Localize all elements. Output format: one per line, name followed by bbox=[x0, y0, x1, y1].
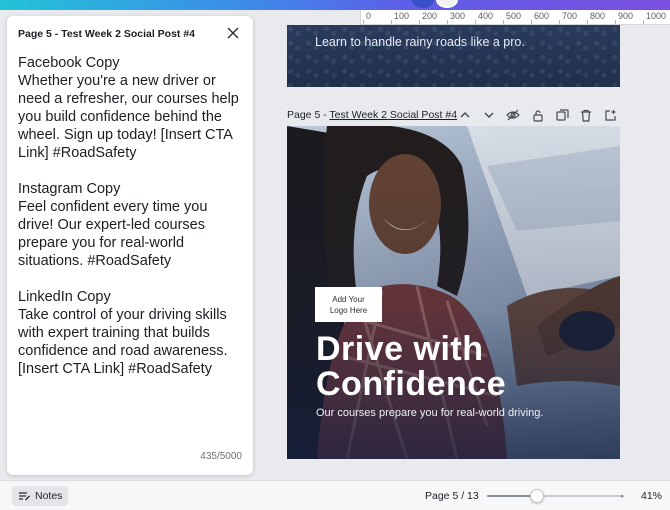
ruler-tick bbox=[475, 20, 476, 24]
ruler-tick bbox=[559, 20, 560, 24]
logo-placeholder[interactable]: Add Your Logo Here bbox=[315, 287, 382, 322]
ruler-mark: 900 bbox=[618, 11, 634, 21]
zoom-level[interactable]: 41% bbox=[641, 490, 662, 502]
ruler-mark: 700 bbox=[562, 11, 578, 21]
design-headline[interactable]: Drive with Confidence bbox=[316, 332, 506, 402]
collaborator-avatar[interactable] bbox=[436, 0, 458, 8]
ruler-mark: 800 bbox=[590, 11, 606, 21]
design-subline[interactable]: Our courses prepare you for real-world d… bbox=[316, 407, 543, 419]
ruler-tick bbox=[419, 20, 420, 24]
duplicate-icon[interactable] bbox=[554, 107, 570, 123]
page-header: Page 5 - Test Week 2 Social Post #4 bbox=[287, 107, 627, 125]
notes-section-instagram: Instagram Copy Feel confident every time… bbox=[18, 181, 208, 269]
ruler-tick bbox=[503, 20, 504, 24]
horizontal-ruler: 0 100 200 300 400 500 600 700 800 900 1000 bbox=[360, 10, 670, 25]
ruler-mark: 100 bbox=[394, 11, 410, 21]
zoom-slider-end-arrow: ▸ bbox=[621, 493, 625, 500]
design-page[interactable]: Add Your Logo Here Drive with Confidence… bbox=[287, 126, 620, 459]
add-page-icon[interactable] bbox=[602, 107, 618, 123]
chevron-down-icon[interactable] bbox=[481, 107, 497, 123]
ruler-mark: 0 bbox=[366, 11, 372, 21]
page-indicator[interactable]: Page 5 / 13 bbox=[425, 490, 479, 502]
zoom-slider[interactable] bbox=[487, 489, 623, 503]
logo-placeholder-text: Add Your Logo Here bbox=[329, 294, 368, 315]
notes-panel-title: Page 5 - Test Week 2 Social Post #4 bbox=[18, 28, 196, 40]
ruler-mark: 500 bbox=[506, 11, 522, 21]
ruler-tick bbox=[587, 20, 588, 24]
ruler-tick bbox=[643, 20, 644, 24]
ruler-mark: 1000 bbox=[646, 11, 667, 21]
ruler-tick bbox=[447, 20, 448, 24]
previous-page-caption[interactable]: Learn to handle rainy roads like a pro. bbox=[315, 35, 525, 49]
ruler-tick bbox=[531, 20, 532, 24]
previous-design-page[interactable]: Learn to handle rainy roads like a pro. bbox=[287, 25, 620, 87]
bottom-toolbar: Notes Page 5 / 13 ▸ 41% bbox=[0, 480, 670, 510]
trash-icon[interactable] bbox=[578, 107, 594, 123]
ruler-tick bbox=[615, 20, 616, 24]
notes-section-facebook: Facebook Copy Whether you're a new drive… bbox=[18, 55, 239, 161]
ruler-mark: 600 bbox=[534, 11, 550, 21]
collaborator-avatar[interactable] bbox=[412, 0, 434, 8]
notes-button-label: Notes bbox=[35, 490, 63, 502]
ruler-mark: 400 bbox=[478, 11, 494, 21]
lock-icon[interactable] bbox=[530, 107, 546, 123]
zoom-slider-thumb[interactable] bbox=[530, 489, 545, 503]
ruler-tick bbox=[391, 20, 392, 24]
notes-button[interactable]: Notes bbox=[12, 486, 69, 506]
ruler-mark: 200 bbox=[422, 11, 438, 21]
page-title[interactable]: Page 5 - Test Week 2 Social Post #4 bbox=[287, 109, 457, 121]
notes-panel: Page 5 - Test Week 2 Social Post #4 Face… bbox=[7, 16, 253, 475]
ruler-mark: 300 bbox=[450, 11, 466, 21]
top-accent-bar bbox=[0, 0, 670, 10]
hide-icon[interactable] bbox=[505, 107, 521, 123]
character-count: 435/5000 bbox=[200, 451, 242, 462]
chevron-up-icon[interactable] bbox=[457, 107, 473, 123]
notes-text-area[interactable]: Facebook Copy Whether you're a new drive… bbox=[18, 54, 246, 396]
ruler-tick bbox=[363, 20, 364, 24]
notes-icon bbox=[19, 491, 30, 500]
notes-section-linkedin: LinkedIn Copy Take control of your drivi… bbox=[18, 289, 228, 377]
close-icon[interactable] bbox=[226, 26, 240, 40]
